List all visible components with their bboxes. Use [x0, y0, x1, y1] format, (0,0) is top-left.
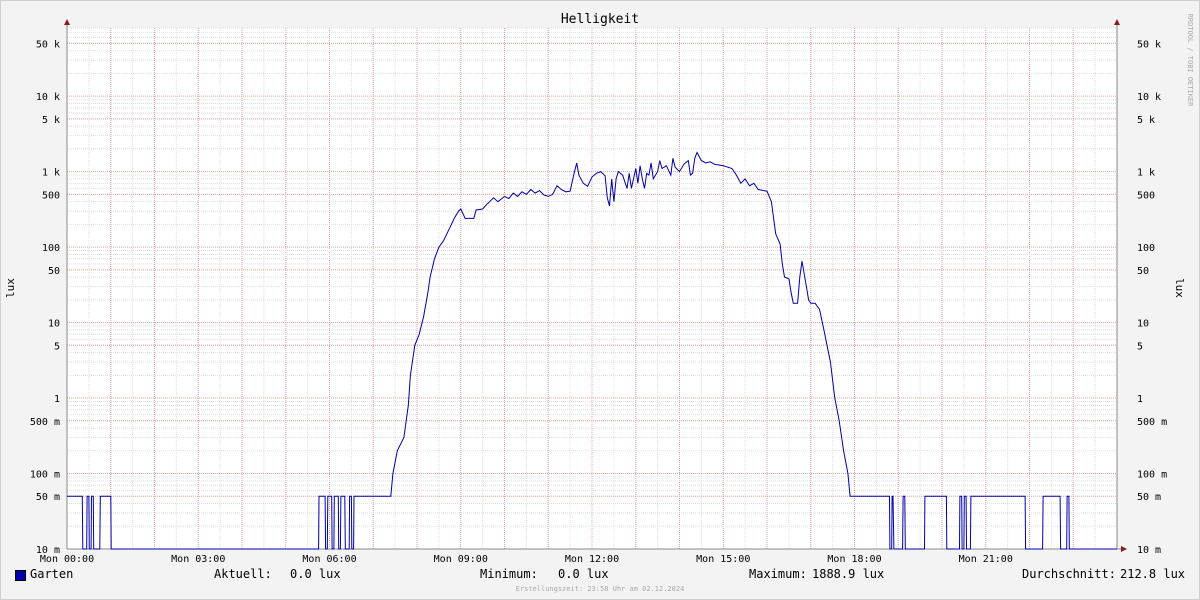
- x-tick-label: Mon 06:00: [302, 554, 356, 565]
- y-axis-label-left: lux: [4, 278, 17, 298]
- y-tick-label-right: 5 k: [1137, 115, 1155, 126]
- y-tick-label-left: 50 m: [36, 492, 60, 503]
- y-tick-label-right: 10: [1137, 319, 1149, 330]
- y-tick-label-right: 100 m: [1137, 470, 1167, 481]
- y-tick-label-left: 10 k: [36, 92, 60, 103]
- y-tick-label-left: 1: [54, 394, 60, 405]
- legend-swatch: [15, 570, 26, 581]
- y-tick-label-left: 1 k: [42, 168, 60, 179]
- y-tick-label-right: 500 m: [1137, 417, 1167, 428]
- y-tick-label-left: 5 k: [42, 115, 60, 126]
- legend-max-label: Maximum:: [749, 567, 807, 581]
- y-tick-label-left: 100 m: [30, 470, 60, 481]
- x-tick-label: Mon 12:00: [565, 554, 619, 565]
- creation-timestamp: Erstellungszeit: 23:58 Uhr am 02.12.2024: [516, 585, 685, 593]
- y-tick-label-left: 500 m: [30, 417, 60, 428]
- legend-current-label: Aktuell:: [214, 567, 272, 581]
- y-tick-label-left: 100: [42, 243, 60, 254]
- y-tick-label-right: 10 k: [1137, 92, 1161, 103]
- y-tick-label-right: 1 k: [1137, 168, 1155, 179]
- x-tick-label: Mon 03:00: [171, 554, 225, 565]
- legend-min-label: Minimum:: [480, 567, 538, 581]
- y-tick-label-right: 50: [1137, 266, 1149, 277]
- y-tick-label-right: 100: [1137, 243, 1155, 254]
- y-tick-label-right: 500: [1137, 190, 1155, 201]
- y-tick-label-right: 10 m: [1137, 545, 1161, 556]
- y-tick-label-right: 50 k: [1137, 39, 1161, 50]
- y-tick-label-left: 50 k: [36, 39, 60, 50]
- y-tick-label-right: 50 m: [1137, 492, 1161, 503]
- y-tick-label-left: 500: [42, 190, 60, 201]
- x-tick-label: Mon 09:00: [434, 554, 488, 565]
- legend-current-value: 0.0 lux: [290, 567, 341, 581]
- legend-avg-label: Durchschnitt:: [1022, 567, 1116, 581]
- y-axis-arrow-right: [1114, 19, 1120, 25]
- legend-min-value: 0.0 lux: [558, 567, 609, 581]
- y-tick-label-left: 10: [48, 319, 60, 330]
- chart-canvas: Helligkeit lux lux RRDTOOL / TOBI OETIKE…: [4, 12, 1194, 593]
- x-axis-arrow: [1121, 546, 1127, 552]
- x-tick-label: Mon 15:00: [696, 554, 750, 565]
- x-tick-label: Mon 18:00: [827, 554, 881, 565]
- legend-max-value: 1888.9 lux: [812, 567, 885, 581]
- y-tick-label-left: 50: [48, 266, 60, 277]
- credit-label: RRDTOOL / TOBI OETIKER: [1186, 14, 1194, 108]
- y-tick-label-right: 1: [1137, 394, 1143, 405]
- legend-series-name: Garten: [30, 567, 74, 581]
- y-tick-label-left: 5: [54, 341, 60, 352]
- chart-title: Helligkeit: [561, 12, 639, 27]
- x-tick-label: Mon 21:00: [959, 554, 1013, 565]
- y-axis-label-right: lux: [1173, 278, 1186, 298]
- y-axis-arrow-left: [64, 19, 70, 25]
- x-tick-label: Mon 00:00: [40, 554, 94, 565]
- grid: [66, 27, 1118, 550]
- y-tick-label-right: 5: [1137, 341, 1143, 352]
- legend-avg-value: 212.8 lux: [1120, 567, 1186, 581]
